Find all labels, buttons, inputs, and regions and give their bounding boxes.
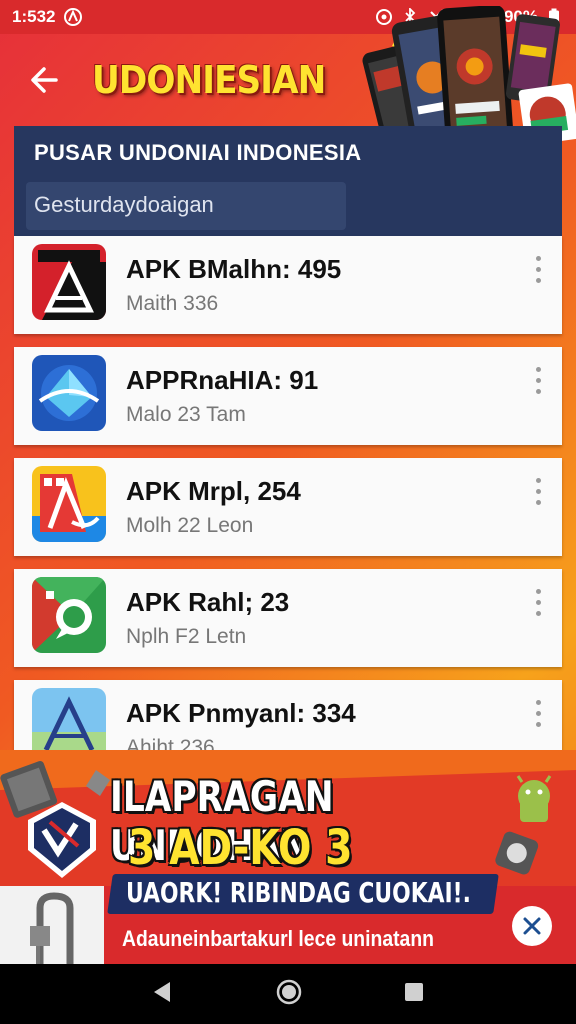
home-circle-icon[interactable] — [275, 978, 303, 1011]
more-options-icon[interactable] — [532, 367, 544, 423]
app-list: APK BMalhn: 495 Maith 336 APPRnaHIA: 91 … — [14, 236, 562, 791]
close-icon — [523, 917, 541, 935]
promo-section: ILAPRAGAN UNDOHAN 3 AD-KO 3 KADA! — [0, 750, 576, 932]
red-a-app-icon — [32, 244, 106, 320]
blue-diamond-app-icon — [32, 355, 106, 431]
yellow-a-app-icon — [32, 466, 106, 542]
ad-tagline: UAORK! RIBINDAG CUOKAI!. — [126, 876, 471, 909]
back-button[interactable] — [26, 60, 66, 100]
back-triangle-icon[interactable] — [150, 979, 176, 1010]
app-meta: Malo 23 Tam — [126, 403, 246, 426]
category-header: PUSAR UNDONIAI INDONESIA Gesturdaydoaiga… — [14, 126, 562, 238]
green-chat-app-icon — [32, 577, 106, 653]
system-nav-bar — [0, 964, 576, 1024]
list-item[interactable]: APPRnaHIA: 91 Malo 23 Tam — [14, 347, 562, 445]
close-ad-button[interactable] — [512, 906, 552, 946]
ad-image — [0, 886, 104, 964]
list-item[interactable]: APK Mrpl, 254 Molh 22 Leon — [14, 458, 562, 556]
app-meta: Maith 336 — [126, 292, 219, 315]
app-name: APK Pnmyanl: 334 — [126, 698, 356, 728]
status-time: 1:532 — [12, 7, 56, 26]
shield-logo-icon — [26, 800, 98, 880]
ad-description: Adauneinbartakurl lece uninatann — [122, 926, 434, 951]
app-meta: Molh 22 Leon — [126, 514, 254, 537]
more-options-icon[interactable] — [532, 478, 544, 534]
list-item[interactable]: APK Rahl; 23 Nplh F2 Letn — [14, 569, 562, 667]
ad-banner[interactable]: UAORK! RIBINDAG CUOKAI!. Adauneinbartaku… — [0, 874, 576, 964]
app-name: APK BMalhn: 495 — [126, 254, 342, 284]
app-name: APK Rahl; 23 — [126, 587, 290, 617]
more-options-icon[interactable] — [532, 589, 544, 645]
search-input[interactable]: Gesturdaydoaigan — [26, 182, 346, 230]
list-item[interactable]: APK BMalhn: 495 Maith 336 — [14, 236, 562, 334]
more-options-icon[interactable] — [532, 256, 544, 312]
app-notification-icon — [63, 7, 83, 27]
app-meta: Nplh F2 Letn — [126, 625, 247, 648]
app-name: APK Mrpl, 254 — [126, 476, 301, 506]
page-subtitle: PUSAR UNDONIAI INDONESIA — [34, 140, 362, 165]
app-name: APPRnaHIA: 91 — [126, 365, 319, 395]
back-arrow-icon — [31, 67, 58, 93]
more-options-icon[interactable] — [532, 700, 544, 756]
recents-square-icon[interactable] — [402, 980, 426, 1009]
app-title: UDONIESIAN — [92, 58, 326, 102]
